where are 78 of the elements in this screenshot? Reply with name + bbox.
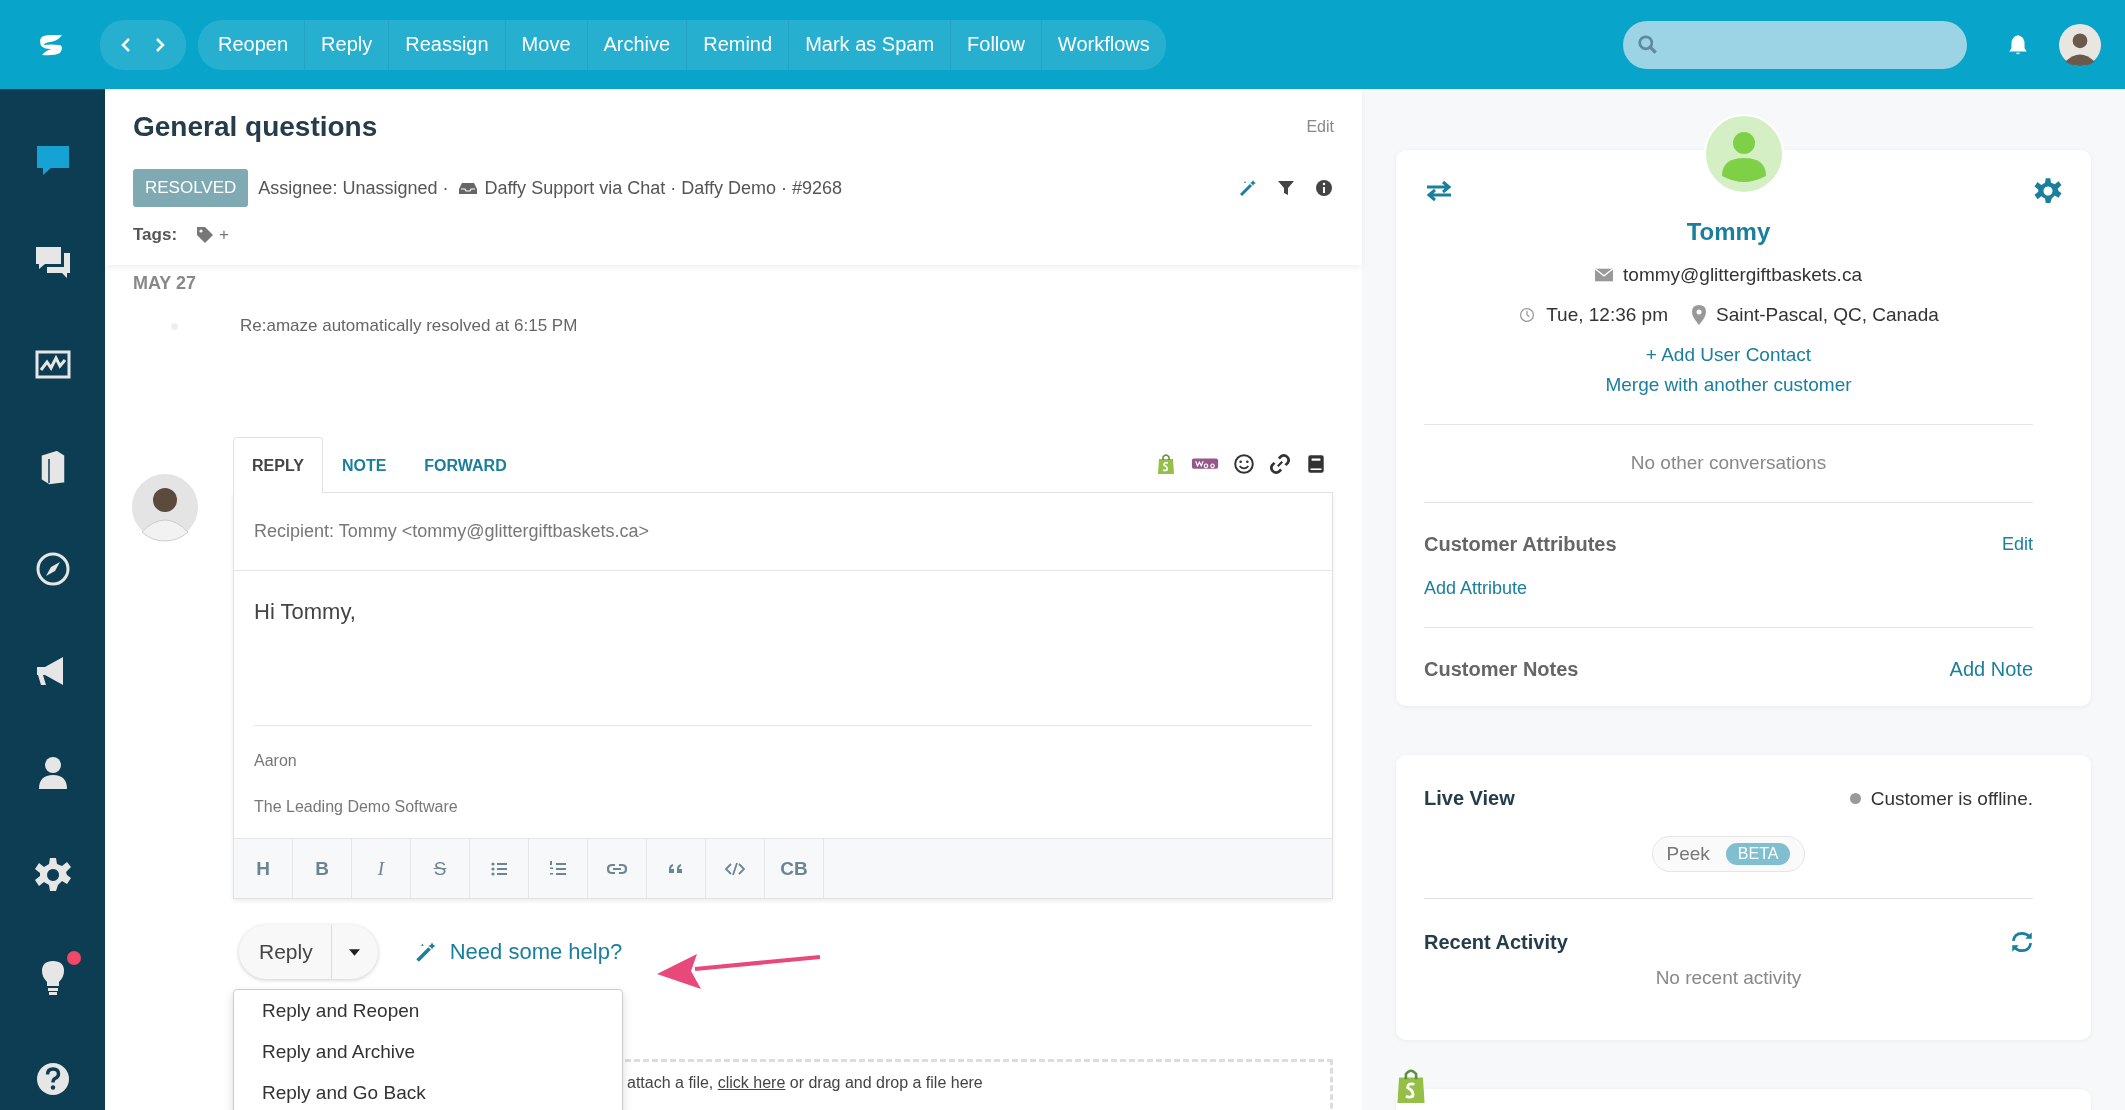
add-attribute-link[interactable]: Add Attribute [1424,578,1528,599]
message-body[interactable]: Hi Tommy, [254,571,1312,726]
signature-line: The Leading Demo Software [254,798,459,816]
menu-item[interactable]: Reply and Archive [234,1031,622,1072]
user-avatar[interactable] [2059,23,2101,66]
tag-icon[interactable] [195,225,216,245]
live-view-heading: Live View [1424,787,1515,810]
refresh-icon[interactable] [2009,929,2035,955]
tags-label: Tags: [133,225,178,245]
action-button[interactable]: Remind [686,19,789,70]
attributes-heading: Customer Attributes [1424,533,1617,556]
composer-tab[interactable]: NOTE [322,436,406,494]
menu-item[interactable]: Reply and Go Back [234,1072,622,1110]
online-status: Customer is offline. [1870,787,2033,810]
local-time: Tue, 12:36 pm [1546,304,1668,326]
action-button[interactable]: Move [504,19,587,70]
format-button[interactable]: S [411,839,470,898]
add-note-link[interactable]: Add Note [1949,658,2033,681]
attachment-hint: attach a file, click here or drag and drop a file here [626,1074,983,1093]
magic-wand-icon[interactable] [1238,178,1258,198]
conversations-empty: No other conversations [1630,452,1827,474]
action-button[interactable]: Reassign [388,19,505,70]
peek-button[interactable]: Peek BETA [1651,836,1806,872]
book-icon[interactable] [1305,453,1327,475]
shopping-bag-icon[interactable] [1394,1067,1428,1105]
add-contact-link[interactable]: + Add User Contact [1645,344,1812,366]
shopping-bag-icon[interactable] [1155,453,1177,475]
back-icon[interactable] [120,35,132,54]
recipient-text: Recipient: Tommy <tommy@glittergiftbaskets.ca> [234,493,1332,571]
link-icon[interactable] [1269,453,1291,475]
customer-location: Saint-Pascal, QC, Canada [1716,304,1939,326]
activity-heading: Recent Activity [1424,930,1568,954]
info-icon[interactable] [1314,178,1334,198]
menu-item[interactable]: Reply and Reopen [234,990,622,1031]
click-here-link[interactable]: click here [717,1074,786,1091]
filter-icon[interactable] [1276,178,1296,198]
channel-text: Daffy Support via Chat · Daffy Demo · #9268 [484,177,842,199]
format-button[interactable]: CB [765,839,824,898]
status-badge: RESOLVED [133,169,249,207]
action-button[interactable]: Reply [304,19,389,70]
format-button[interactable]: B [293,839,352,898]
composer-tab[interactable]: FORWARD [405,436,526,494]
location-pin-icon [1692,305,1706,325]
format-button[interactable]: H [234,839,293,898]
clock-icon [1518,307,1537,323]
action-button[interactable]: Follow [950,19,1041,70]
reply-button[interactable]: Reply [239,925,332,979]
action-button[interactable]: Workflows [1040,19,1166,70]
composer-tab[interactable]: REPLY [233,436,323,494]
activity-empty: No recent activity [1655,967,1802,989]
forward-icon[interactable] [154,35,166,54]
envelope-icon [1595,267,1614,283]
add-tag-button[interactable]: + [219,225,229,245]
attachment-dropzone[interactable]: attach a file, click here or drag and drop a file here [625,1059,1333,1110]
search-icon [1637,33,1659,56]
action-button[interactable]: Reopen [198,19,305,70]
help-link[interactable]: Need some help? [413,939,623,965]
agent-avatar [130,472,200,542]
notes-heading: Customer Notes [1424,658,1579,681]
caret-icon [349,948,361,956]
bell-icon[interactable] [2007,32,2029,57]
inbox-icon [458,181,479,195]
action-button[interactable]: Mark as Spam [788,19,951,70]
merge-link[interactable]: Merge with another customer [1605,374,1852,396]
search-field[interactable] [1623,20,1967,69]
smiley-icon[interactable] [1233,453,1255,475]
settings-icon[interactable] [2033,176,2063,206]
signature-line: Aaron [254,752,298,770]
action-button[interactable]: Archive [586,19,687,70]
conversation-title: General questions [133,111,378,143]
customer-name: Tommy [1685,218,1772,246]
edit-link[interactable]: Edit [1306,118,1334,136]
event-text: Re:amaze automatically resolved at 6:15 PM [240,316,578,336]
edit-attributes-link[interactable]: Edit [2001,534,2033,555]
date-heading: MAY 27 [133,273,198,294]
assignee-text: Assignee: Unassigned · [258,177,449,199]
format-button[interactable]: I [352,839,411,898]
customer-email: tommy@glittergiftbaskets.ca [1623,264,1862,286]
